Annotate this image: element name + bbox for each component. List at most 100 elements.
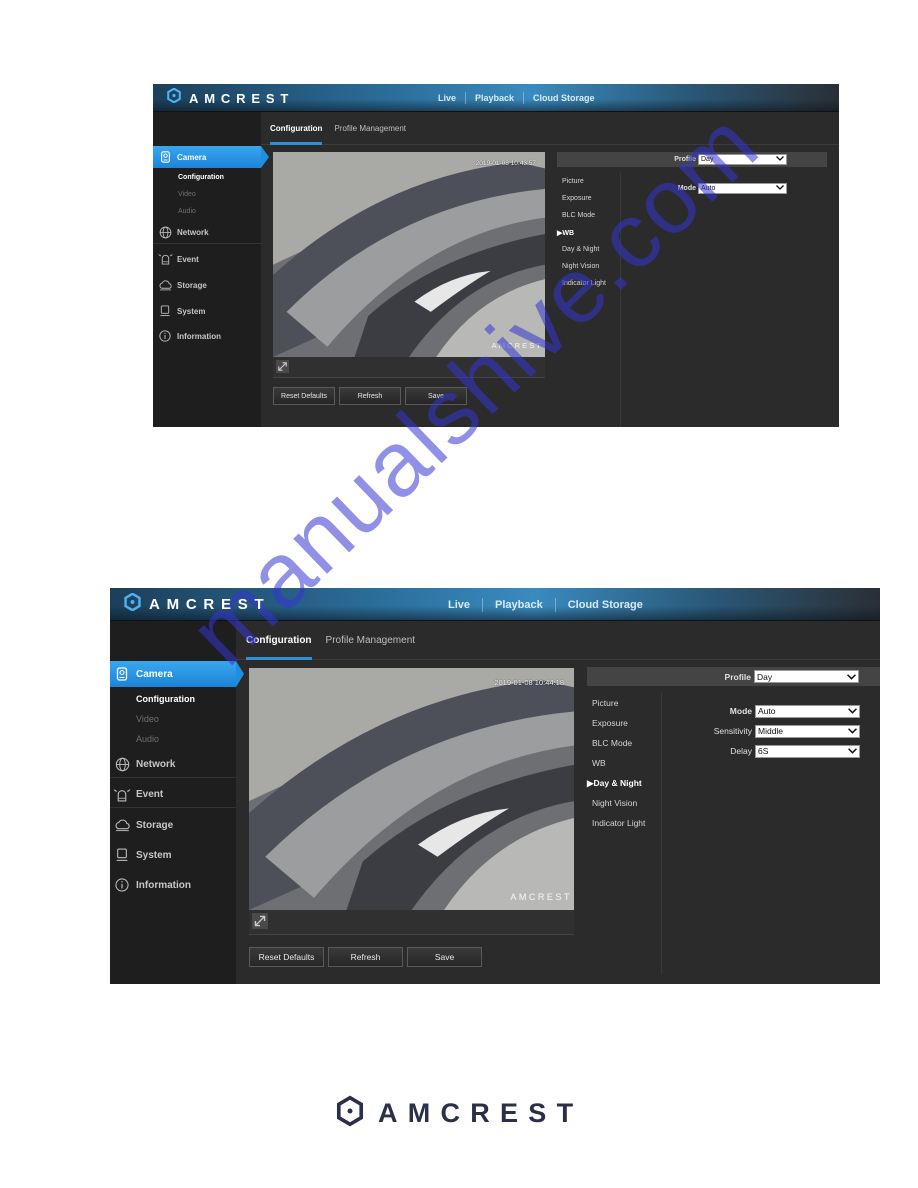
amcrest-logo: AMCREST	[124, 588, 270, 621]
sidebar-item-label: Storage	[136, 819, 174, 831]
sidebar-item-label: Camera	[136, 668, 173, 680]
top-nav: Live Playback Cloud Storage	[436, 588, 655, 621]
sidebar-item-information[interactable]: Information	[153, 325, 261, 347]
action-buttons: Reset Defaults Refresh Save	[249, 947, 486, 967]
sidebar-item-system[interactable]: System	[110, 842, 236, 868]
sidebar-sub-audio[interactable]: Audio	[136, 734, 159, 744]
sidebar-item-information[interactable]: Information	[110, 872, 236, 898]
sidebar-item-system[interactable]: System	[153, 300, 261, 322]
video-watermark: AMCREST	[491, 341, 543, 350]
delay-label: Delay	[730, 746, 752, 756]
settings-item-indicator-light[interactable]: Indicator Light	[562, 280, 606, 287]
mode-value: Auto	[701, 184, 716, 192]
delay-select[interactable]: 6S	[755, 744, 860, 758]
sidebar-item-storage[interactable]: Storage	[110, 812, 236, 838]
settings-item-blc-mode[interactable]: BLC Mode	[592, 738, 632, 748]
mode-select[interactable]: Auto	[698, 182, 787, 194]
settings-item-exposure[interactable]: Exposure	[562, 195, 592, 202]
delay-value: 6S	[758, 746, 769, 756]
sidebar-sub-video[interactable]: Video	[178, 191, 196, 198]
tab-profile-management[interactable]: Profile Management	[326, 621, 416, 659]
screenshot-wb-settings: AMCREST Live Playback Cloud Storage Came…	[153, 84, 839, 427]
save-button[interactable]: Save	[407, 947, 482, 967]
profile-header: Profile Day	[587, 667, 880, 686]
tab-configuration[interactable]: Configuration	[246, 621, 312, 660]
settings-item-picture[interactable]: Picture	[592, 698, 618, 708]
tab-configuration[interactable]: Configuration	[270, 112, 323, 145]
sidebar-item-camera[interactable]: Camera	[110, 661, 244, 687]
sidebar-sub-video[interactable]: Video	[136, 714, 159, 724]
nav-playback[interactable]: Playback	[483, 599, 555, 611]
settings-item-night-vision[interactable]: Night Vision	[562, 263, 599, 270]
top-nav: Live Playback Cloud Storage	[429, 84, 604, 112]
nav-live[interactable]: Live	[429, 93, 465, 103]
sidebar-sub-configuration[interactable]: Configuration	[136, 694, 195, 704]
reset-defaults-button[interactable]: Reset Defaults	[273, 387, 335, 405]
hexagon-logo-icon	[124, 592, 141, 616]
reset-defaults-button[interactable]: Reset Defaults	[249, 947, 324, 967]
fullscreen-icon[interactable]	[252, 913, 268, 934]
refresh-button[interactable]: Refresh	[339, 387, 401, 405]
settings-menu: Picture Exposure BLC Mode ▶WB Day & Nigh…	[557, 172, 621, 427]
refresh-button[interactable]: Refresh	[328, 947, 403, 967]
camera-feed-image	[273, 152, 545, 357]
sensitivity-field: Sensitivity Middle	[662, 724, 860, 738]
sidebar-sub-audio[interactable]: Audio	[178, 208, 196, 215]
video-toolbar	[273, 357, 545, 378]
hexagon-logo-icon	[336, 1095, 364, 1132]
sidebar-item-label: Camera	[177, 152, 207, 162]
sidebar-item-label: Event	[136, 789, 164, 800]
info-icon	[112, 878, 132, 892]
live-video-preview: 2019-01-08 10:43:57 AMCREST	[273, 152, 545, 357]
chevron-down-icon	[776, 156, 784, 163]
sidebar-item-storage[interactable]: Storage	[153, 274, 261, 296]
sidebar-item-label: Network	[177, 228, 209, 237]
settings-item-picture[interactable]: Picture	[562, 178, 584, 185]
sidebar-item-event[interactable]: Event	[153, 248, 261, 270]
footer-logo: AMCREST	[336, 1095, 583, 1132]
save-button[interactable]: Save	[405, 387, 467, 405]
sidebar-item-label: System	[177, 306, 206, 316]
sensitivity-value: Middle	[758, 726, 784, 736]
sidebar-item-network[interactable]: Network	[153, 222, 261, 244]
profile-value: Day	[757, 671, 773, 682]
tab-profile-management[interactable]: Profile Management	[334, 112, 406, 144]
delay-field: Delay 6S	[662, 744, 860, 758]
settings-item-exposure[interactable]: Exposure	[592, 718, 628, 728]
sidebar-item-network[interactable]: Network	[110, 752, 236, 778]
sidebar-sub-configuration[interactable]: Configuration	[178, 174, 224, 181]
settings-item-day-night[interactable]: ▶Day & Night	[587, 778, 642, 789]
settings-menu: Picture Exposure BLC Mode WB ▶Day & Nigh…	[587, 692, 662, 974]
settings-item-blc-mode[interactable]: BLC Mode	[562, 212, 595, 219]
chevron-down-icon	[776, 184, 784, 192]
sensitivity-select[interactable]: Middle	[755, 724, 860, 738]
profile-select[interactable]: Day	[754, 670, 859, 683]
sidebar-item-event[interactable]: Event	[110, 782, 236, 808]
mode-select[interactable]: Auto	[755, 704, 860, 718]
video-toolbar	[249, 910, 574, 935]
nav-live[interactable]: Live	[436, 599, 482, 611]
nav-cloud-storage[interactable]: Cloud Storage	[524, 93, 604, 103]
profile-value: Day	[701, 156, 714, 163]
wb-fields: Mode Auto	[623, 181, 787, 201]
profile-select[interactable]: Day	[698, 154, 787, 165]
settings-item-wb[interactable]: WB	[592, 758, 606, 768]
profile-label: Profile	[674, 156, 696, 163]
action-buttons: Reset Defaults Refresh Save	[273, 387, 471, 405]
tab-bar: Configuration Profile Management	[261, 112, 839, 145]
sidebar-item-label: Storage	[177, 280, 207, 290]
day-night-fields: Mode Auto Sensitivity Middle Delay 6S	[662, 704, 860, 764]
network-globe-icon	[156, 226, 174, 239]
nav-cloud-storage[interactable]: Cloud Storage	[556, 599, 655, 611]
mode-field: Mode Auto	[623, 181, 787, 195]
sidebar-item-camera[interactable]: Camera	[153, 146, 269, 168]
settings-item-day-night[interactable]: Day & Night	[562, 246, 599, 253]
network-globe-icon	[112, 757, 132, 772]
settings-item-indicator-light[interactable]: Indicator Light	[592, 818, 645, 828]
fullscreen-icon[interactable]	[276, 360, 289, 378]
top-bar: AMCREST Live Playback Cloud Storage	[110, 588, 880, 621]
settings-item-night-vision[interactable]: Night Vision	[592, 798, 637, 808]
nav-playback[interactable]: Playback	[466, 93, 523, 103]
camera-icon	[156, 151, 174, 163]
settings-item-wb[interactable]: ▶WB	[557, 229, 574, 237]
